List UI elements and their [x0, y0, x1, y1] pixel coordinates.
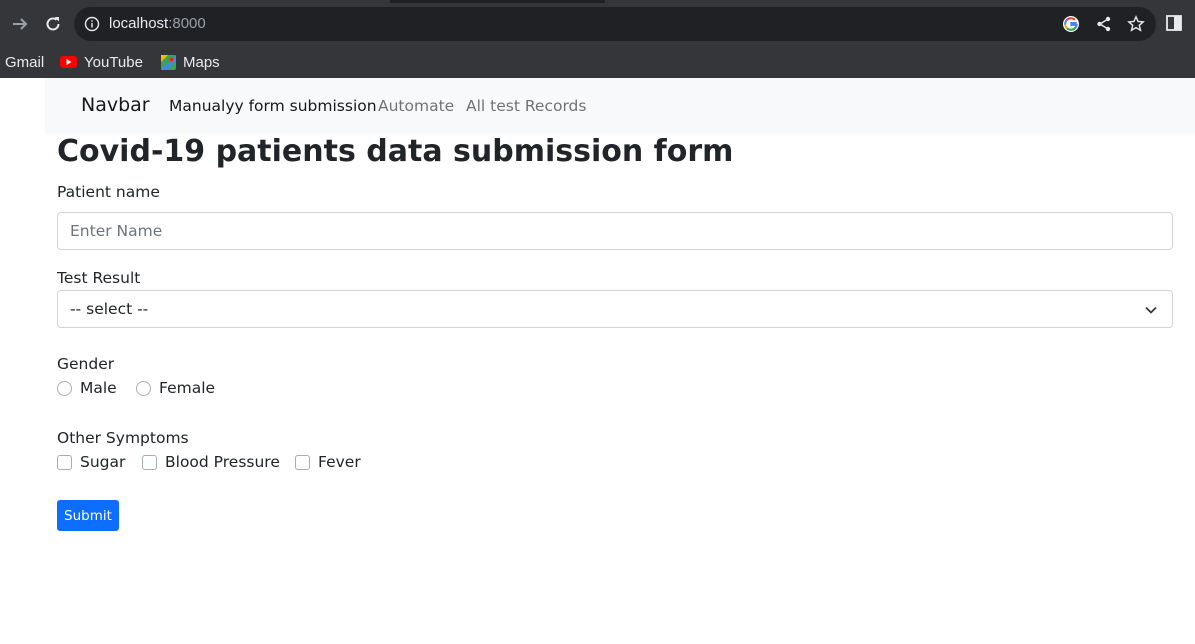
chevron-down-icon: [1145, 306, 1157, 314]
test-result-select[interactable]: -- select --: [57, 290, 1173, 328]
male-radio[interactable]: [57, 380, 72, 396]
url-host: localhost: [109, 15, 169, 32]
bookmark-label: Maps: [183, 53, 220, 71]
navbar: Navbar Manualyy form submission Automate…: [45, 78, 1195, 134]
sugar-label: Sugar: [80, 453, 126, 471]
active-tab-edge: [390, 0, 605, 3]
nav-link-manual-form[interactable]: Manualyy form submission: [169, 97, 377, 115]
sugar-checkbox[interactable]: [57, 454, 72, 470]
navbar-brand[interactable]: Navbar: [81, 94, 150, 116]
bookmark-maps[interactable]: Maps: [161, 51, 220, 73]
symptom-option-blood-pressure[interactable]: Blood Pressure: [142, 453, 280, 471]
blood-pressure-checkbox[interactable]: [142, 454, 157, 470]
submit-button[interactable]: Submit: [57, 500, 119, 531]
url-text: localhost:8000: [109, 15, 206, 32]
maps-icon: [161, 54, 176, 70]
address-bar[interactable]: localhost:8000: [74, 7, 1156, 41]
info-icon[interactable]: [84, 16, 100, 32]
share-icon[interactable]: [1095, 15, 1113, 33]
bookmark-youtube[interactable]: YouTube: [60, 51, 143, 73]
fever-label: Fever: [318, 453, 361, 471]
browser-toolbar: localhost:8000: [0, 0, 1195, 48]
female-label: Female: [159, 379, 216, 397]
star-icon[interactable]: [1127, 15, 1145, 33]
side-panel-icon[interactable]: [1166, 15, 1182, 31]
test-result-label: Test Result: [57, 269, 141, 287]
bookmark-label: YouTube: [84, 53, 143, 71]
reload-icon: [46, 17, 60, 31]
page-title: Covid-19 patients data submission form: [57, 134, 734, 169]
other-symptoms-label: Other Symptoms: [57, 429, 189, 447]
url-port: :8000: [168, 15, 206, 32]
youtube-icon: [60, 56, 77, 68]
male-label: Male: [80, 379, 117, 397]
nav-link-all-test-records[interactable]: All test Records: [466, 97, 586, 115]
nav-link-automate[interactable]: Automate: [378, 97, 454, 115]
bookmark-gmail[interactable]: Gmail: [5, 51, 44, 73]
gender-option-female[interactable]: Female: [136, 379, 215, 397]
patient-name-input[interactable]: [57, 212, 1173, 250]
symptom-option-sugar[interactable]: Sugar: [57, 453, 125, 471]
google-lens-icon[interactable]: [1062, 15, 1080, 33]
gender-label: Gender: [57, 355, 115, 373]
reload-button[interactable]: [41, 12, 65, 36]
female-radio[interactable]: [136, 380, 151, 396]
gender-option-male[interactable]: Male: [57, 379, 117, 397]
bookmarks-bar: Gmail YouTube Maps: [0, 48, 1195, 78]
forward-button[interactable]: [8, 12, 32, 36]
patient-name-label: Patient name: [57, 183, 160, 201]
arrow-right-icon: [13, 18, 28, 30]
test-result-selected-value: -- select --: [70, 300, 149, 318]
blood-pressure-label: Blood Pressure: [165, 453, 280, 471]
fever-checkbox[interactable]: [295, 454, 310, 470]
symptom-option-fever[interactable]: Fever: [295, 453, 361, 471]
bookmark-label: Gmail: [5, 53, 45, 71]
